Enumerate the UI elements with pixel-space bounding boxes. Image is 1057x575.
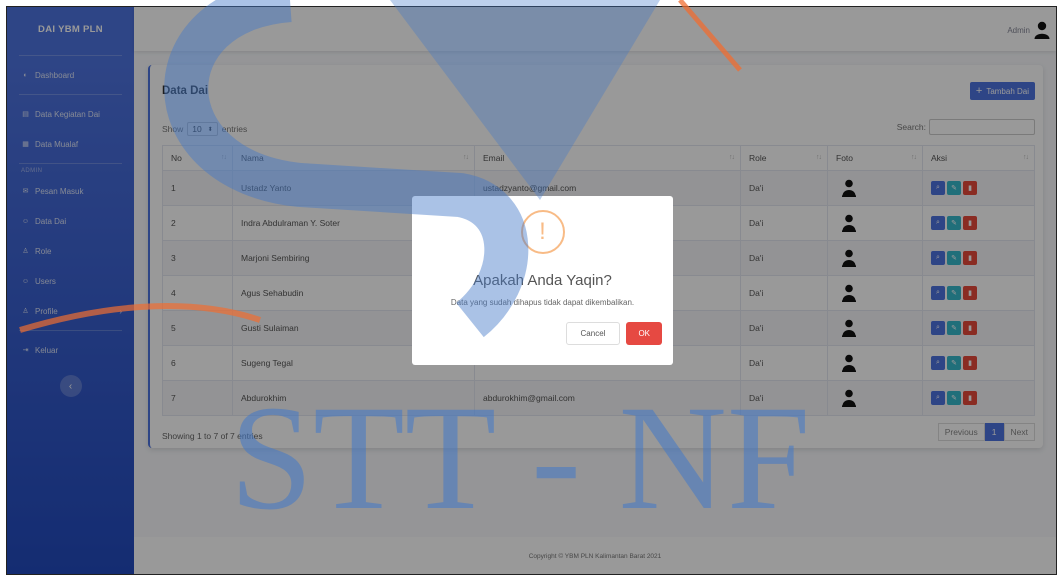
dialog-title: Apakah Anda Yaqin? (473, 272, 612, 289)
dialog-actions: Cancel OK (565, 322, 662, 345)
cancel-button[interactable]: Cancel (565, 322, 621, 345)
warning-icon: ! (520, 210, 565, 254)
app-window: DAI YBM PLN ◐ Dashboard ▤ Data Kegiatan … (6, 6, 1057, 575)
dialog-text: Data yang sudah dihapus tidak dapat dike… (450, 298, 635, 307)
ok-button[interactable]: OK (626, 322, 662, 345)
confirm-delete-dialog: ! Apakah Anda Yaqin? Data yang sudah dih… (412, 196, 673, 365)
